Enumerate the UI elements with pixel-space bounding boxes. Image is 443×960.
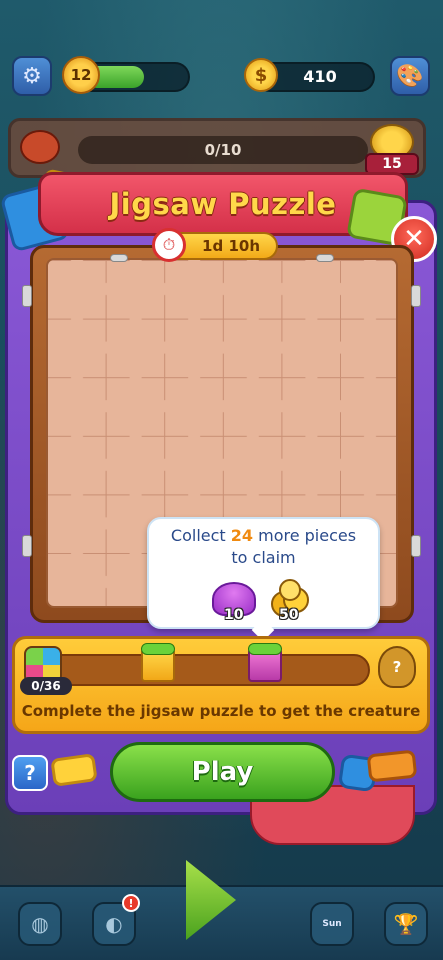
tooltip-line2: to claim xyxy=(231,548,296,567)
nav-trophy[interactable]: 🏆 xyxy=(384,902,428,946)
settings-button[interactable]: ⚙ xyxy=(12,56,52,96)
nav-calendar[interactable]: Sun xyxy=(310,902,354,946)
crab-icon xyxy=(20,130,60,164)
mystery-creature-icon[interactable]: ? xyxy=(378,646,416,688)
coin-icon: $ xyxy=(244,58,278,92)
tooltip-prefix: Collect xyxy=(170,526,231,545)
reward-coins-count: 50 xyxy=(279,607,299,623)
clock-icon: ⏱ xyxy=(152,228,186,262)
palette-button[interactable]: 🎨 xyxy=(390,56,430,96)
trophy-icon: 🏆 xyxy=(393,912,419,936)
timer-text: 1d 10h xyxy=(202,237,260,255)
palette-icon: 🎨 xyxy=(396,63,424,89)
progress-track xyxy=(38,654,370,686)
play-label: Play xyxy=(191,757,254,787)
quest-progress: 0/10 xyxy=(204,141,242,159)
progress-caption: Complete the jigsaw puzzle to get the cr… xyxy=(21,702,421,720)
board-hook xyxy=(316,254,334,262)
mystery-label: ? xyxy=(392,658,402,676)
board-clip xyxy=(22,535,32,557)
notification-badge: ! xyxy=(122,894,140,912)
gift-bow-icon xyxy=(141,643,175,655)
reward-shells-count: 10 xyxy=(224,607,244,623)
board-clip xyxy=(411,535,421,557)
piece-count: 0/36 xyxy=(20,677,72,695)
help-button[interactable]: ? xyxy=(12,755,48,791)
nav-fishbowl[interactable]: ◍ xyxy=(18,902,62,946)
gift-bow-icon xyxy=(248,643,282,655)
calendar-icon: Sun xyxy=(322,919,342,929)
fishbowl-icon: ◍ xyxy=(31,912,49,936)
board-clip xyxy=(22,285,32,307)
puzzle-piece-orange-icon xyxy=(366,749,418,783)
tooltip-highlight: 24 xyxy=(230,526,254,545)
gear-icon: ⚙ xyxy=(22,63,42,89)
level-number: 12 xyxy=(70,66,92,84)
help-label: ? xyxy=(24,761,36,785)
tooltip-text: Collect 24 more pieces to claim xyxy=(147,525,380,569)
tooltip-suffix: more pieces xyxy=(253,526,357,545)
play-button[interactable]: Play xyxy=(110,742,335,802)
level-badge: 12 xyxy=(62,56,100,94)
board-hook xyxy=(110,254,128,262)
board-clip xyxy=(411,285,421,307)
dialog-title: Jigsaw Puzzle xyxy=(109,187,337,221)
coin-count: 410 xyxy=(303,67,337,86)
fish-icon: ◐ xyxy=(105,912,123,936)
